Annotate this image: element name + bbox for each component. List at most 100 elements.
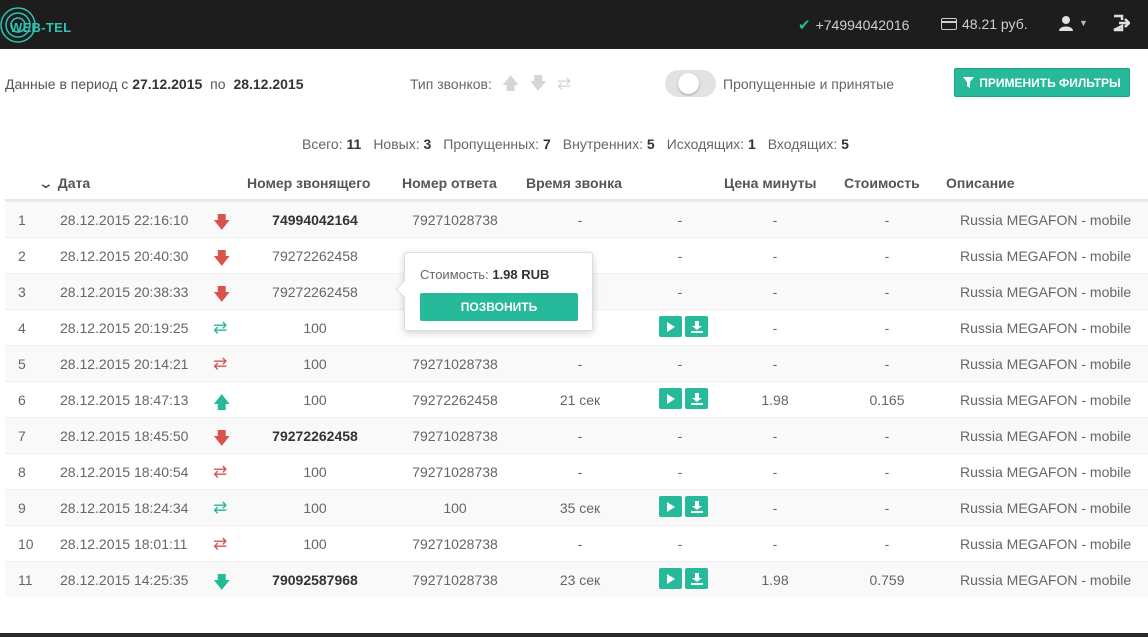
download-button[interactable] — [685, 388, 708, 409]
exchange-green-icon: ⇄ — [213, 498, 228, 517]
row-caller[interactable]: 100 — [235, 500, 395, 516]
row-number: 2 — [18, 248, 26, 264]
row-cost: 0.759 — [869, 572, 905, 588]
user-menu[interactable]: ▼ — [1058, 15, 1088, 31]
play-icon — [667, 393, 675, 404]
row-extra: - — [677, 464, 683, 480]
play-button[interactable] — [659, 388, 682, 409]
summary-incoming: Входящих: 5 — [767, 136, 849, 152]
check-icon: ✔ — [798, 17, 811, 34]
logo[interactable]: WEB-TEL — [0, 5, 80, 45]
table-row[interactable]: 1 28.12.2015 22:16:10 🡇 74994042164 79271028… — [5, 201, 1148, 237]
logout-button[interactable] — [1112, 14, 1130, 32]
row-caller[interactable]: 79272262458 — [235, 428, 395, 444]
arrow-down-icon[interactable]: 🡇 — [529, 75, 546, 92]
sort-date-header[interactable]: ⌄ Дата — [37, 175, 90, 192]
row-duration: 35 сек — [559, 500, 601, 516]
calls-table: ⌄ Дата Номер звонящего Номер ответа Время… — [5, 165, 1148, 597]
row-actions — [659, 568, 708, 589]
row-cost: - — [884, 500, 890, 516]
sign-out-icon — [1113, 14, 1130, 32]
row-description: Russia MEGAFON - mobile — [960, 320, 1132, 336]
row-answer: 79271028738 — [412, 356, 498, 372]
arrow-up-icon[interactable]: 🡅 — [502, 75, 519, 92]
apply-filters-button[interactable]: ПРИМЕНИТЬ ФИЛЬТРЫ — [954, 68, 1130, 97]
chevron-down-icon: ⌄ — [37, 175, 55, 191]
row-number: 9 — [18, 500, 26, 516]
row-caller[interactable]: 100 — [235, 536, 395, 552]
row-caller[interactable]: 100 — [235, 356, 395, 372]
row-description: Russia MEGAFON - mobile — [960, 248, 1132, 264]
row-actions — [659, 496, 708, 517]
download-icon — [690, 572, 703, 585]
table-row[interactable]: 7 28.12.2015 18:45:50 🡇 79272262458 79271028… — [5, 417, 1148, 453]
missed-accepted-toggle[interactable] — [665, 70, 716, 97]
row-cost: - — [884, 212, 890, 228]
row-price: - — [772, 320, 778, 336]
row-answer: 79271028738 — [412, 572, 498, 588]
row-caller[interactable]: 100 — [235, 464, 395, 480]
play-button[interactable] — [659, 496, 682, 517]
row-date: 28.12.2015 20:40:30 — [60, 248, 189, 264]
download-button[interactable] — [685, 568, 708, 589]
summary-total: Всего: 11 — [302, 136, 362, 152]
summary-counts: Всего: 11 Новых: 3 Пропущенных: 7 Внутре… — [302, 136, 849, 152]
row-caller[interactable]: 100 — [235, 320, 395, 336]
row-cost: - — [884, 356, 890, 372]
table-row[interactable]: 5 28.12.2015 20:14:21 ⇄ 100 79271028738 - - - - R… — [5, 345, 1148, 381]
header-from[interactable]: Номер звонящего — [247, 175, 370, 191]
table-row[interactable]: 6 28.12.2015 18:47:13 🡅 100 79272262458 21 се… — [5, 381, 1148, 417]
call-type-label: Тип звонков: — [410, 76, 492, 92]
row-number: 5 — [18, 356, 26, 372]
row-answer: 79271028738 — [412, 464, 498, 480]
date-to[interactable]: 28.12.2015 — [233, 76, 303, 92]
row-cost: - — [884, 428, 890, 444]
arrow-down-green-icon: 🡇 — [213, 573, 231, 592]
toggle-knob — [678, 73, 699, 94]
row-description: Russia MEGAFON - mobile — [960, 428, 1132, 444]
row-date: 28.12.2015 20:38:33 — [60, 284, 189, 300]
table-row[interactable]: 11 28.12.2015 14:25:35 🡇 79092587968 7927102… — [5, 561, 1148, 597]
arrow-down-red-icon: 🡇 — [213, 213, 231, 232]
table-row[interactable]: 8 28.12.2015 18:40:54 ⇄ 100 79271028738 - - - - R… — [5, 453, 1148, 489]
row-price: 1.98 — [761, 572, 789, 588]
row-extra: - — [677, 356, 683, 372]
filter-bar: Данные в период с 27.12.2015 по 28.12.20… — [0, 67, 1148, 99]
balance[interactable]: 48.21 руб. — [941, 16, 1028, 32]
header-price[interactable]: Цена минуты — [724, 175, 817, 191]
row-caller[interactable]: 100 — [235, 392, 395, 408]
download-icon — [690, 392, 703, 405]
header-desc[interactable]: Описание — [946, 175, 1015, 191]
row-caller[interactable]: 74994042164 — [235, 212, 395, 228]
date-from[interactable]: 27.12.2015 — [132, 76, 202, 92]
header-to[interactable]: Номер ответа — [402, 175, 497, 191]
row-extra: - — [677, 248, 683, 264]
period-prefix: Данные в период с — [5, 76, 129, 92]
play-button[interactable] — [659, 316, 682, 337]
row-date: 28.12.2015 18:24:34 — [60, 500, 189, 516]
table-row[interactable]: 9 28.12.2015 18:24:34 ⇄ 100 100 35 сек - - Russi… — [5, 489, 1148, 525]
cost-popover: Стоимость: 1.98 RUB ПОЗВОНИТЬ — [395, 252, 593, 331]
download-button[interactable] — [685, 496, 708, 517]
download-button[interactable] — [685, 316, 708, 337]
row-caller[interactable]: 79272262458 — [235, 248, 395, 264]
play-icon — [667, 573, 675, 584]
call-button[interactable]: ПОЗВОНИТЬ — [420, 293, 578, 321]
row-cost: - — [884, 284, 890, 300]
header-cost[interactable]: Стоимость — [844, 175, 920, 191]
summary-new: Новых: 3 — [373, 136, 432, 152]
row-price: - — [772, 536, 778, 552]
current-phone[interactable]: ✔ +74994042016 — [798, 16, 909, 34]
row-number: 6 — [18, 392, 26, 408]
row-duration: 23 сек — [559, 572, 601, 588]
exchange-icon[interactable]: ⇄ — [557, 75, 571, 92]
row-answer: 100 — [443, 500, 467, 516]
table-row[interactable]: 10 28.12.2015 18:01:11 ⇄ 100 79271028738 - - - -… — [5, 525, 1148, 561]
play-button[interactable] — [659, 568, 682, 589]
row-caller[interactable]: 79272262458 — [235, 284, 395, 300]
header-duration[interactable]: Время звонка — [526, 175, 622, 191]
row-date: 28.12.2015 18:01:11 — [60, 536, 188, 552]
row-description: Russia MEGAFON - mobile — [960, 212, 1132, 228]
play-icon — [667, 321, 675, 332]
row-caller[interactable]: 79092587968 — [235, 572, 395, 588]
